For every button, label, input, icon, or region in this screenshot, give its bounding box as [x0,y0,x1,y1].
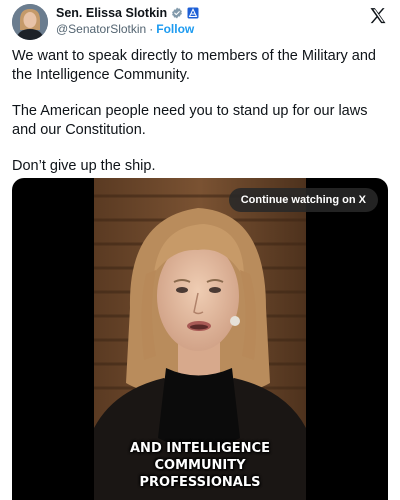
avatar[interactable] [12,4,48,40]
display-name[interactable]: Sen. Elissa Slotkin [56,6,167,20]
separator-dot: · [149,22,154,36]
avatar-image [12,4,48,40]
caption-line: AND INTELLIGENCE [130,441,270,456]
handle-row: @SenatorSlotkin · Follow [56,22,194,36]
tweet-paragraph: Don’t give up the ship. [12,158,156,174]
tweet-header: Sen. Elissa Slotkin @SenatorSlotkin · Fo… [0,0,400,44]
verified-badge-icon [172,7,183,19]
tweet-paragraph: The American people need you to stand up… [12,103,368,138]
handle[interactable]: @SenatorSlotkin [56,22,146,36]
video-player[interactable]: Continue watching on X AND INTELLIGENCE … [12,178,388,500]
government-badge-icon [187,7,199,19]
follow-button[interactable]: Follow [156,22,194,36]
tweet-text: We want to speak directly to members of … [12,47,390,193]
continue-watching-button[interactable]: Continue watching on X [228,188,378,212]
x-logo-icon[interactable] [368,6,388,26]
name-row: Sen. Elissa Slotkin [56,5,199,21]
video-caption: AND INTELLIGENCE COMMUNITY PROFESSIONALS [94,440,306,491]
caption-line: PROFESSIONALS [139,475,261,490]
tweet-paragraph: We want to speak directly to members of … [12,48,376,83]
caption-line: COMMUNITY [154,458,246,473]
